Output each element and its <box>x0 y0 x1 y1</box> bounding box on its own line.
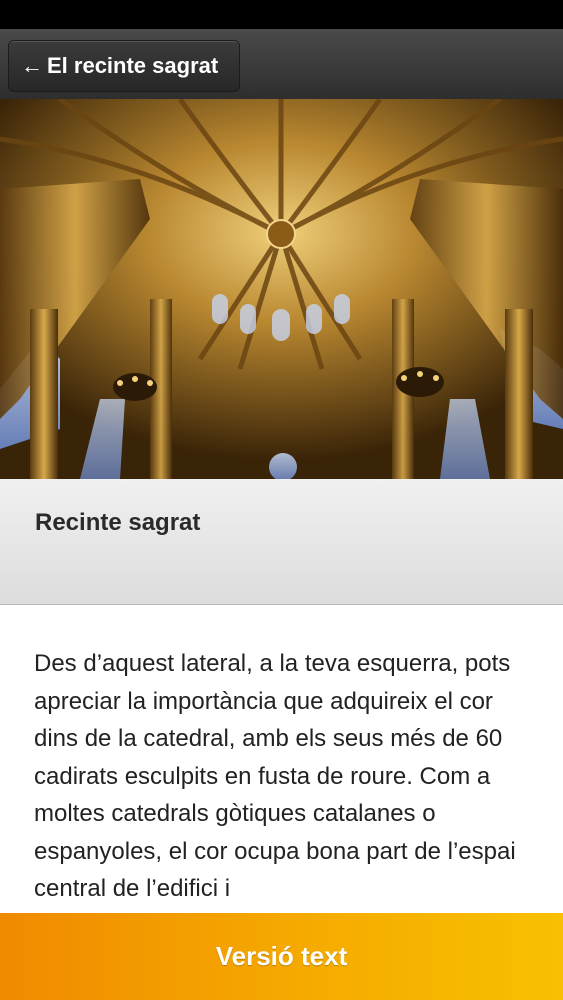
status-bar <box>0 0 563 29</box>
cathedral-illustration <box>0 99 563 479</box>
text-version-button[interactable]: Versió text <box>0 913 563 1000</box>
back-arrow-icon: ← <box>21 53 43 78</box>
back-button[interactable]: ← El recinte sagrat <box>8 40 240 92</box>
back-button-label: El recinte sagrat <box>47 53 219 78</box>
hero-image <box>0 99 563 479</box>
nav-bar: ← El recinte sagrat <box>0 29 563 100</box>
body-text: Des d’aquest lateral, a la teva esquerra… <box>34 650 516 902</box>
section-title: Recinte sagrat <box>35 509 201 536</box>
title-band: Recinte sagrat <box>0 479 563 605</box>
